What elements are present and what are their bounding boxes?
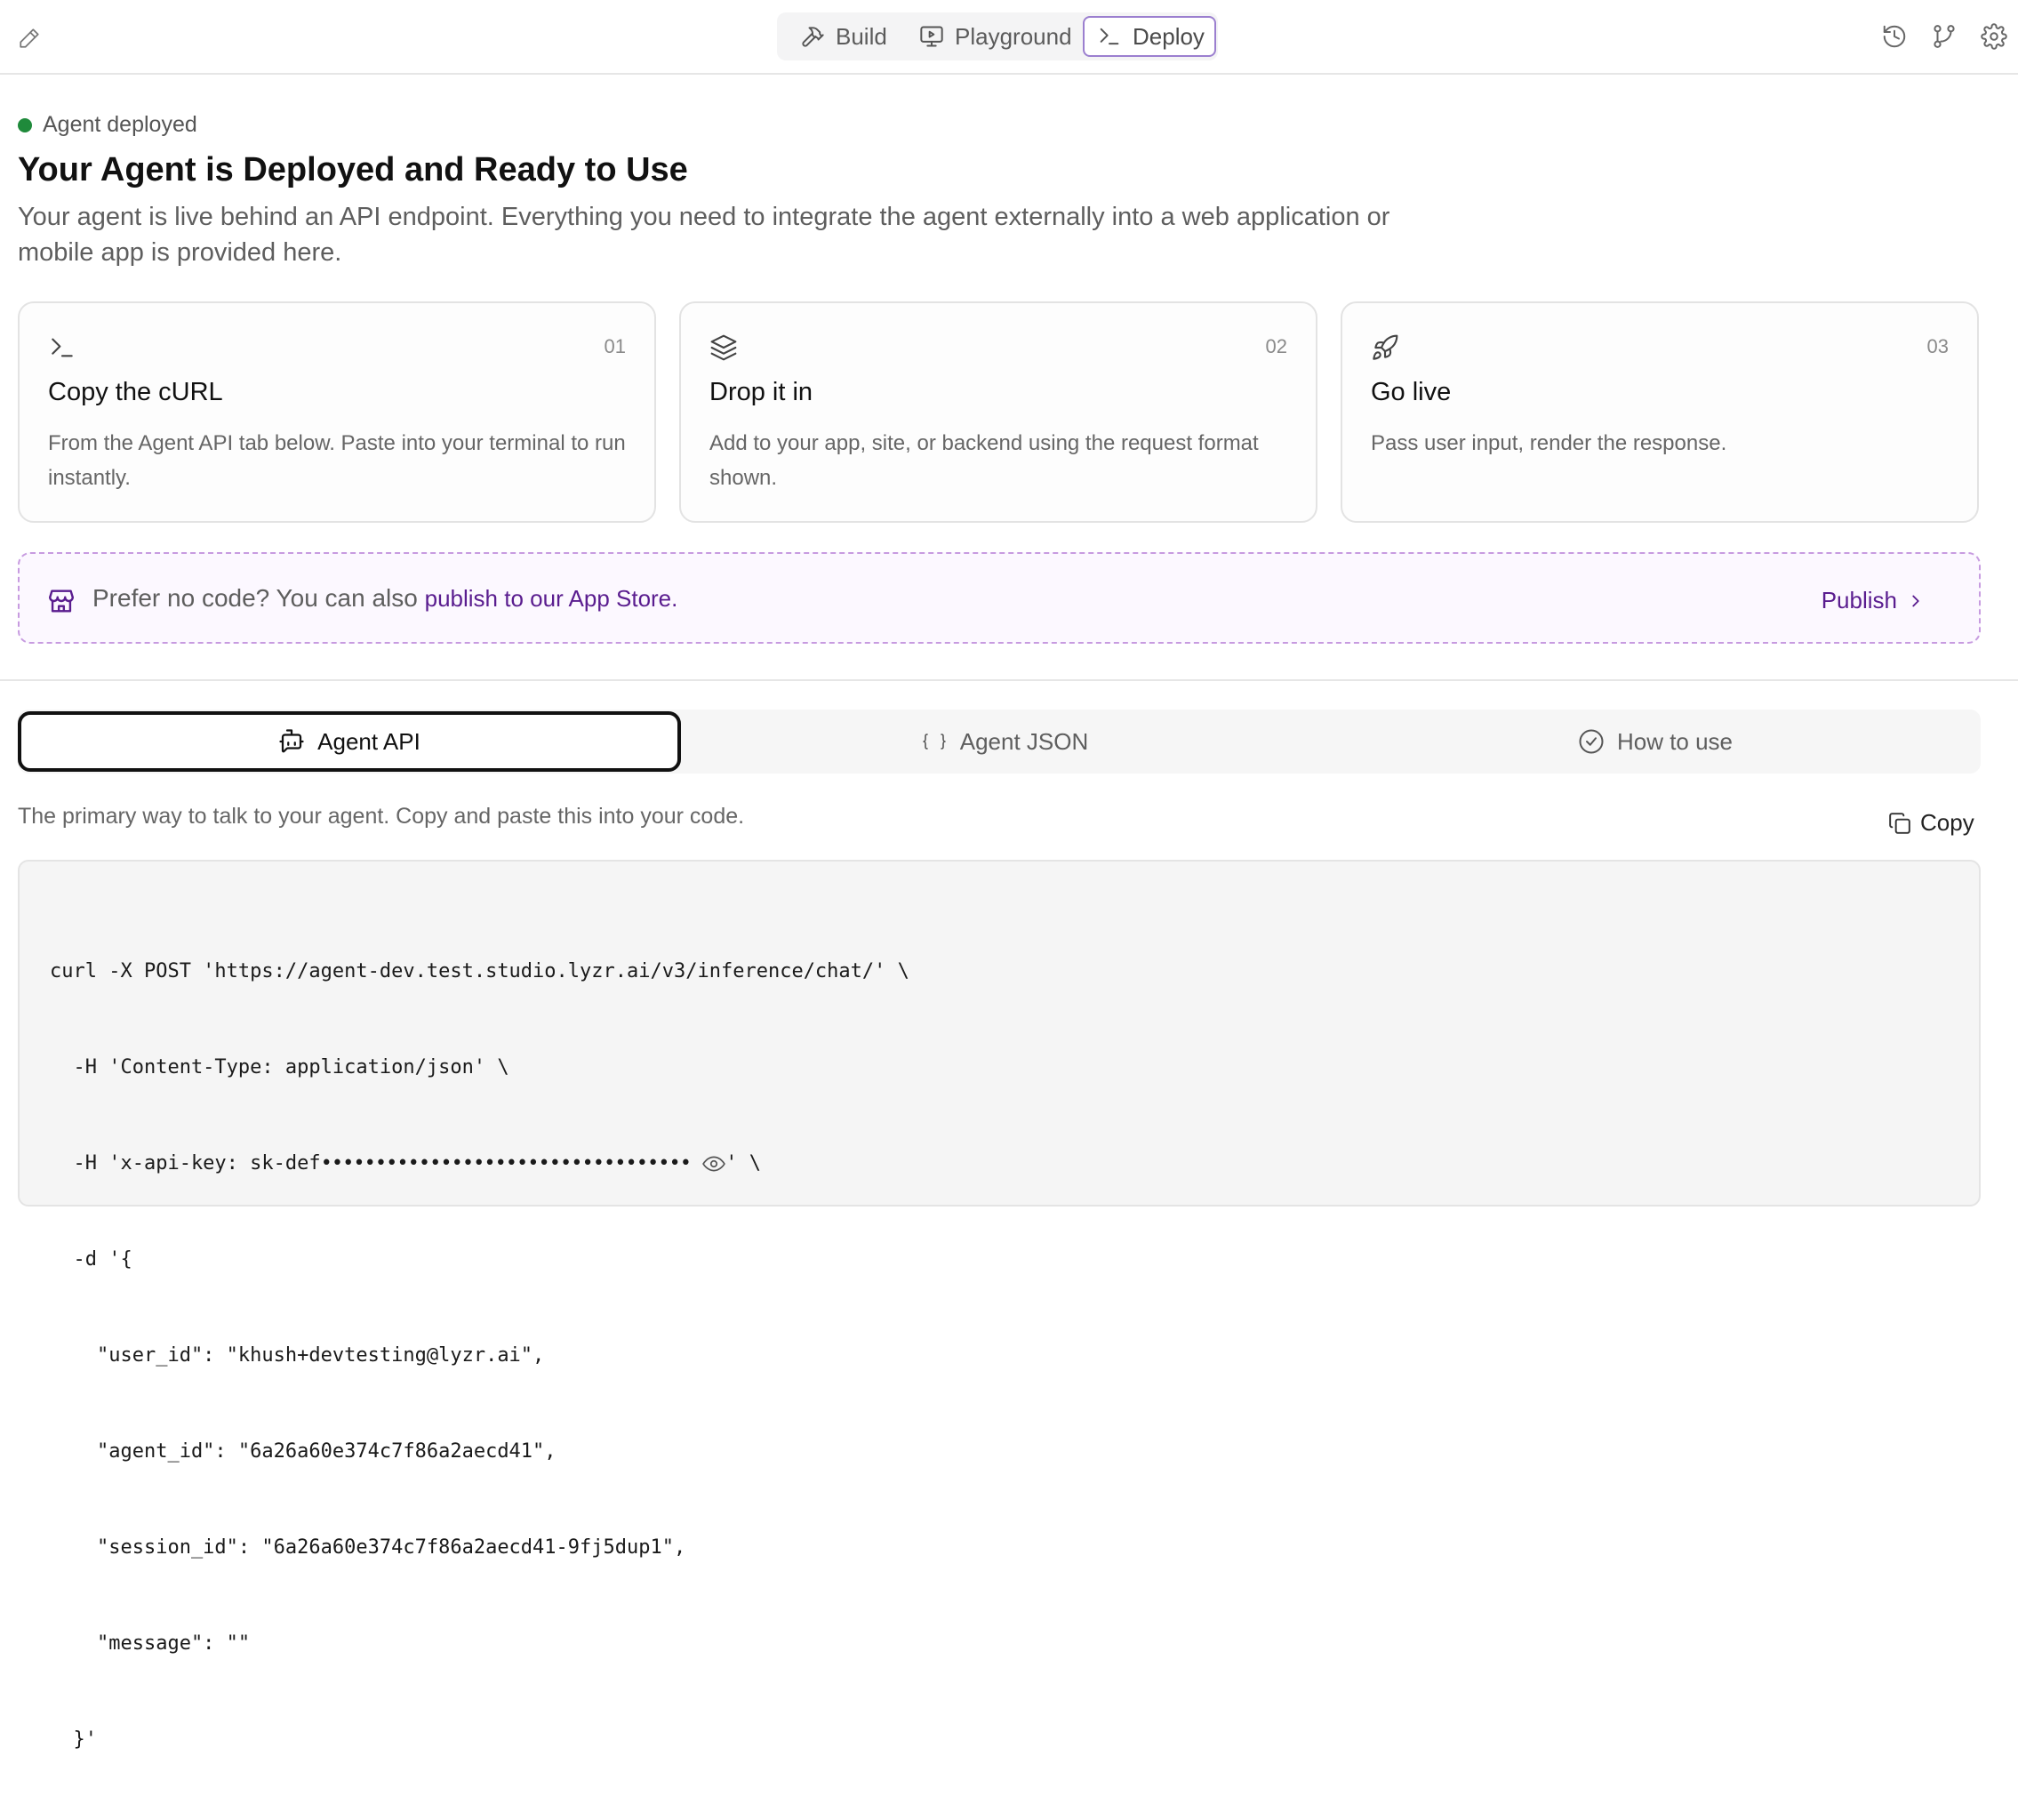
- api-description: The primary way to talk to your agent. C…: [18, 804, 745, 829]
- eye-icon[interactable]: [702, 1155, 726, 1173]
- step-title: Copy the cURL: [48, 378, 223, 406]
- tab-how-to-use-label: How to use: [1616, 727, 1734, 755]
- step-description: From the Agent API tab below. Paste into…: [48, 431, 626, 490]
- chevron-right-icon: [1906, 591, 1926, 611]
- api-key-prefix: -H 'x-api-key: sk-def: [50, 1152, 321, 1175]
- rocket-icon: [1371, 333, 1399, 362]
- git-branch-icon[interactable]: [1931, 23, 1958, 50]
- braces-icon: [921, 728, 948, 755]
- curl-code-block[interactable]: curl -X POST 'https://agent-dev.test.stu…: [18, 860, 1981, 1751]
- copy-icon: [1888, 812, 1911, 835]
- step-title: Drop it in: [709, 378, 813, 406]
- terminal-icon: [1097, 24, 1122, 49]
- code-content: curl -X POST 'https://agent-dev.test.stu…: [50, 892, 909, 1820]
- api-key-suffix: ' \: [725, 1152, 761, 1175]
- settings-icon[interactable]: [1981, 23, 2007, 50]
- code-line: curl -X POST 'https://agent-dev.test.stu…: [50, 960, 909, 982]
- history-icon[interactable]: [1881, 23, 1908, 50]
- code-line: -d '{: [50, 1248, 132, 1271]
- hammer-icon: [800, 24, 825, 49]
- step-card-go-live: 03 Go live Pass user input, render the r…: [1341, 301, 1979, 523]
- code-line: "session_id": "6a26a60e374c7f86a2aecd41-…: [50, 1536, 686, 1559]
- tab-agent-json-label: Agent JSON: [959, 727, 1089, 755]
- check-circle-icon: [1578, 728, 1605, 755]
- tab-agent-api[interactable]: Agent API: [18, 711, 681, 772]
- step-number: 03: [1926, 335, 1949, 357]
- page-description: Your agent is live behind an API endpoin…: [18, 203, 1390, 267]
- step-card-drop-in: 02 Drop it in Add to your app, site, or …: [679, 301, 1317, 523]
- step-description: Add to your app, site, or backend using …: [709, 431, 1259, 490]
- banner-text: Prefer no code? You can also publish to …: [92, 584, 677, 613]
- code-line: }': [50, 1728, 97, 1751]
- bot-icon: [278, 728, 305, 755]
- monitor-play-icon: [919, 24, 944, 49]
- status-dot: [18, 118, 32, 132]
- app-store-link[interactable]: publish to our App Store.: [425, 585, 678, 612]
- code-line: "user_id": "khush+devtesting@lyzr.ai",: [50, 1344, 545, 1367]
- code-line: -H 'Content-Type: application/json' \: [50, 1056, 509, 1078]
- tab-agent-json[interactable]: Agent JSON: [679, 711, 1330, 772]
- step-title: Go live: [1371, 378, 1452, 406]
- code-line: "message": "": [50, 1632, 251, 1655]
- integration-tabs: Agent API Agent JSON How to use: [18, 710, 1981, 774]
- store-icon: [46, 586, 76, 616]
- step-description: Pass user input, render the response.: [1371, 431, 1727, 455]
- step-number: 01: [604, 335, 626, 357]
- step-number: 02: [1265, 335, 1287, 357]
- status-text: Agent deployed: [43, 112, 197, 137]
- publish-label: Publish: [1821, 587, 1897, 613]
- pencil-icon[interactable]: [18, 27, 41, 50]
- tab-playground[interactable]: Playground: [907, 16, 1095, 57]
- section-divider: [0, 679, 2018, 681]
- step-card-copy-curl: 01 Copy the cURL From the Agent API tab …: [18, 301, 656, 523]
- tab-deploy[interactable]: Deploy: [1083, 16, 1216, 57]
- mode-tabs: Build Playground Deploy: [777, 12, 1218, 60]
- page-title: Your Agent is Deployed and Ready to Use: [18, 151, 688, 188]
- publish-button[interactable]: Publish: [1822, 587, 1926, 614]
- code-line-api-key: -H 'x-api-key: sk-def•••••••••••••••••••…: [50, 1148, 909, 1180]
- copy-label: Copy: [1920, 809, 1974, 836]
- copy-button[interactable]: Copy: [1888, 809, 1974, 837]
- tab-agent-api-label: Agent API: [317, 727, 420, 755]
- tab-playground-label: Playground: [955, 22, 1072, 50]
- layers-icon: [709, 333, 738, 362]
- tab-build[interactable]: Build: [788, 16, 896, 57]
- terminal-icon: [48, 333, 76, 362]
- tab-deploy-label: Deploy: [1133, 22, 1205, 50]
- tab-build-label: Build: [836, 22, 887, 50]
- api-key-masked: ••••••••••••••••••••••••••••••••••: [320, 1152, 692, 1175]
- tab-how-to-use[interactable]: How to use: [1330, 711, 1981, 772]
- publish-banner: Prefer no code? You can also publish to …: [18, 552, 1981, 644]
- banner-prompt: Prefer no code? You can also: [92, 584, 418, 612]
- code-line: "agent_id": "6a26a60e374c7f86a2aecd41",: [50, 1440, 557, 1463]
